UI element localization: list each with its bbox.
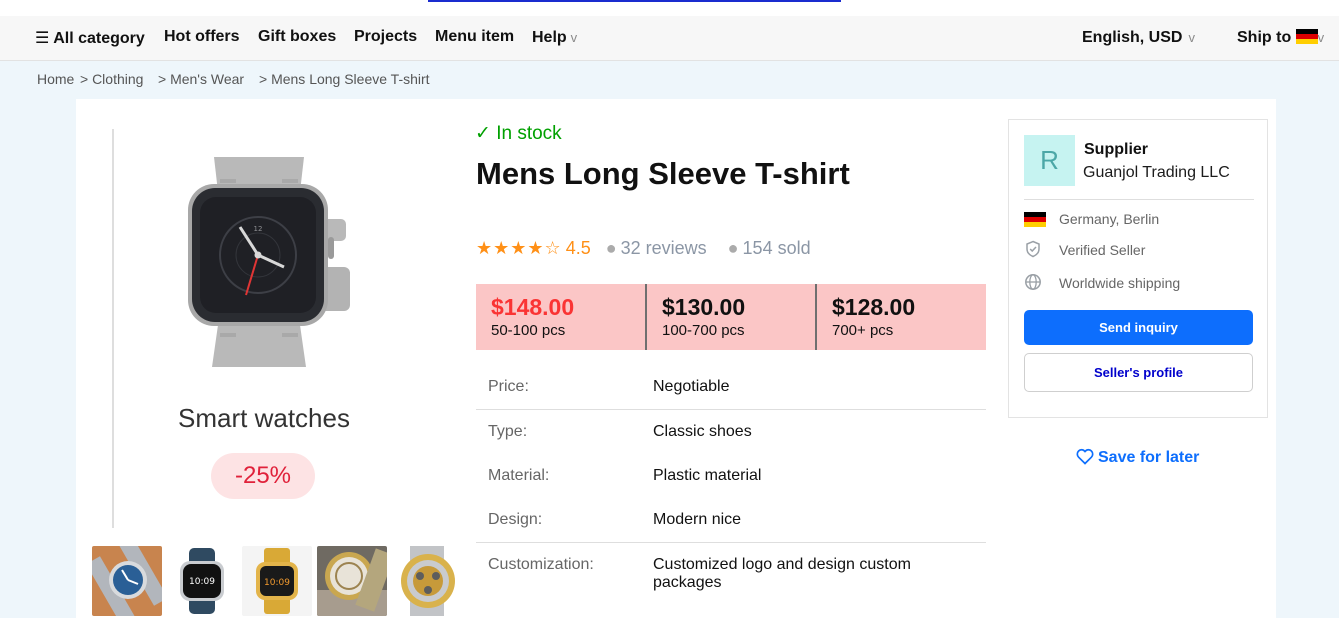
spec-material-value: Plastic material [653, 467, 762, 484]
price-tier-3: $128.00 700+ pcs [815, 284, 986, 350]
tier-price: $128.00 [832, 294, 916, 320]
top-scroll-indicator [428, 0, 841, 2]
spec-customization-label: Customization: [488, 556, 594, 573]
tier-price: $148.00 [491, 294, 575, 320]
thumbnail-image [392, 546, 462, 616]
promo-title: Smart watches [178, 403, 350, 433]
breadcrumb-clothing[interactable]: > Clothing [80, 71, 143, 87]
supplier-location-label: Germany, Berlin [1059, 211, 1160, 227]
shield-check-icon [1024, 240, 1046, 258]
spec-design-value: Modern nice [653, 511, 742, 528]
supplier-verified-label: Verified Seller [1059, 242, 1146, 258]
language-label: English, USD [1082, 29, 1183, 46]
ship-to-dropdown[interactable]: Ship to v [1237, 29, 1324, 47]
discount-badge: -25% [211, 453, 315, 499]
spec-divider [476, 542, 986, 543]
supplier-divider [1024, 199, 1254, 200]
tier-quantity: 100-700 pcs [662, 322, 745, 339]
spec-customization-value: Customized logo and design custom packag… [653, 556, 911, 591]
sold-count: 154 sold [742, 238, 811, 258]
tier-quantity: 700+ pcs [832, 322, 894, 339]
supplier-name[interactable]: Guanjol Trading LLC [1083, 164, 1230, 182]
chevron-down-icon: v [1188, 30, 1195, 45]
thumbnail-image: 10:09 [167, 546, 237, 616]
breadcrumb-mens-wear[interactable]: > Men's Wear [158, 71, 244, 87]
ship-to-label: Ship to [1237, 29, 1292, 46]
germany-flag-icon [1024, 212, 1046, 227]
reviews-count[interactable]: 32 reviews [621, 238, 707, 258]
spec-price-label: Price: [488, 378, 529, 395]
thumbnail-image: 10:09 [242, 546, 312, 616]
dot-separator: ● [727, 238, 739, 258]
check-icon: ✓ [475, 123, 491, 144]
nav-projects[interactable]: Projects [354, 28, 417, 46]
product-title: Mens Long Sleeve T-shirt [476, 156, 850, 191]
price-tier-1: $148.00 50-100 pcs [476, 284, 645, 350]
tier-quantity: 50-100 pcs [491, 322, 566, 339]
svg-text:10:09: 10:09 [264, 578, 290, 588]
supplier-shipping: Worldwide shipping [1024, 273, 1180, 291]
thumbnail-5[interactable] [392, 546, 462, 616]
germany-flag-icon [1295, 29, 1318, 44]
price-tier-2: $130.00 100-700 pcs [645, 284, 815, 350]
rating-row: ★★★★☆ 4.5 ● 32 reviews ● 154 sold [476, 238, 811, 259]
main-nav: ☰ All category Hot offers Gift boxes Pro… [0, 16, 1339, 61]
smartwatch-image: 12 [188, 157, 350, 367]
thumbnail-1[interactable] [92, 546, 162, 616]
thumbnail-2[interactable]: 10:09 [167, 546, 237, 616]
spec-type-value: Classic shoes [653, 423, 752, 440]
supplier-avatar: R [1024, 135, 1075, 186]
seller-profile-button[interactable]: Seller's profile [1024, 353, 1253, 392]
save-for-later-link[interactable]: Save for later [1076, 448, 1199, 467]
chevron-down-icon: v [570, 30, 578, 45]
rating-value: 4.5 [565, 238, 591, 258]
spec-material-label: Material: [488, 467, 550, 484]
spec-design-label: Design: [488, 511, 543, 528]
nav-hot-offers[interactable]: Hot offers [164, 28, 240, 46]
globe-icon [1024, 273, 1046, 290]
thumbnail-image [92, 546, 162, 616]
spec-type-label: Type: [488, 423, 528, 440]
breadcrumb-home[interactable]: Home [37, 71, 74, 87]
dot-separator: ● [605, 238, 617, 258]
nav-help-label: Help [532, 29, 567, 46]
hamburger-icon: ☰ [35, 30, 50, 47]
supplier-panel: R Supplier Guanjol Trading LLC Germany, … [1008, 119, 1268, 418]
top-bar [0, 0, 1339, 16]
tier-price: $130.00 [662, 294, 746, 320]
thumbnail-3[interactable]: 10:09 [242, 546, 312, 616]
main-product-image[interactable]: 12 Smart watches -25% [112, 129, 462, 528]
thumbnail-image [317, 546, 387, 616]
nav-menu-item[interactable]: Menu item [435, 28, 514, 46]
stock-label: In stock [496, 123, 562, 144]
supplier-heading: Supplier [1084, 141, 1149, 158]
language-currency-dropdown[interactable]: English, USD v [1082, 29, 1195, 47]
spec-divider [476, 409, 986, 410]
breadcrumb-current: > Mens Long Sleeve T-shirt [259, 71, 430, 87]
chevron-down-icon: v [1317, 30, 1325, 45]
nav-gift-boxes[interactable]: Gift boxes [258, 28, 336, 46]
star-rating-icon: ★★★★☆ [476, 238, 562, 258]
nav-help-dropdown[interactable]: Help v [532, 29, 577, 47]
supplier-shipping-label: Worldwide shipping [1059, 275, 1181, 291]
save-for-later-label: Save for later [1098, 449, 1200, 466]
spec-price-value: Negotiable [653, 378, 730, 395]
thumbnail-4[interactable] [317, 546, 387, 616]
nav-all-category-label: All category [53, 30, 145, 47]
nav-all-category[interactable]: ☰ All category [35, 28, 145, 48]
heart-icon [1076, 448, 1094, 465]
send-inquiry-button[interactable]: Send inquiry [1024, 310, 1253, 345]
supplier-location: Germany, Berlin [1024, 211, 1159, 227]
svg-text:10:09: 10:09 [189, 577, 215, 587]
price-tiers: $148.00 50-100 pcs $130.00 100-700 pcs $… [476, 284, 986, 350]
svg-text:12: 12 [254, 225, 263, 233]
stock-status: ✓ In stock [475, 122, 562, 145]
supplier-verified: Verified Seller [1024, 240, 1145, 258]
